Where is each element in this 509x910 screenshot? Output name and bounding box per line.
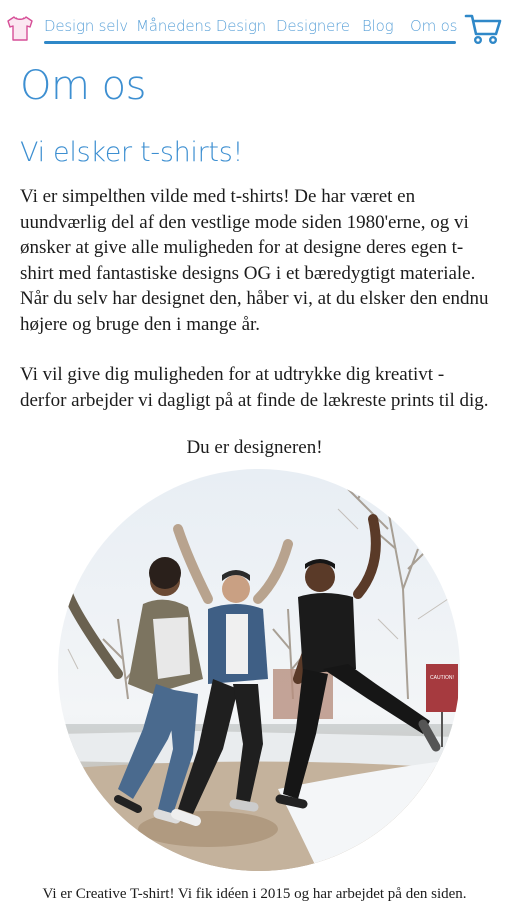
nav-underline [44,41,456,44]
nav-link-designere[interactable]: Designere [276,16,362,36]
tagline: Du er designeren! [186,437,323,458]
nav-link-om-os[interactable]: Om os [410,16,460,36]
nav-link-blog[interactable]: Blog [362,16,410,36]
tshirt-icon[interactable] [4,12,36,44]
about-paragraph: Vi vil give dig muligheden for at udtryk… [20,364,489,411]
nav-link-design-selv[interactable]: Design selv [44,16,136,36]
section-title: Vi elsker t-shirts! [20,137,243,168]
photo-caption: Vi er Creative T-shirt! Vi fik idéen i 2… [42,886,467,902]
about-paragraph: Vi er simpelthen vilde med t-shirts! De … [20,186,489,335]
sign-caution-text: CAUTION! [430,675,454,681]
page-title: Om os [20,63,146,109]
nav-link-maanedens-design[interactable]: Månedens Design [136,16,276,36]
shopping-cart-icon[interactable] [464,12,502,46]
nav-links: Design selv Månedens Design Designere Bl… [44,16,460,36]
team-photo: CAUTION! [58,469,460,871]
top-navigation: Design selv Månedens Design Designere Bl… [0,0,509,48]
about-text: Vi er simpelthen vilde med t-shirts! De … [20,184,490,438]
